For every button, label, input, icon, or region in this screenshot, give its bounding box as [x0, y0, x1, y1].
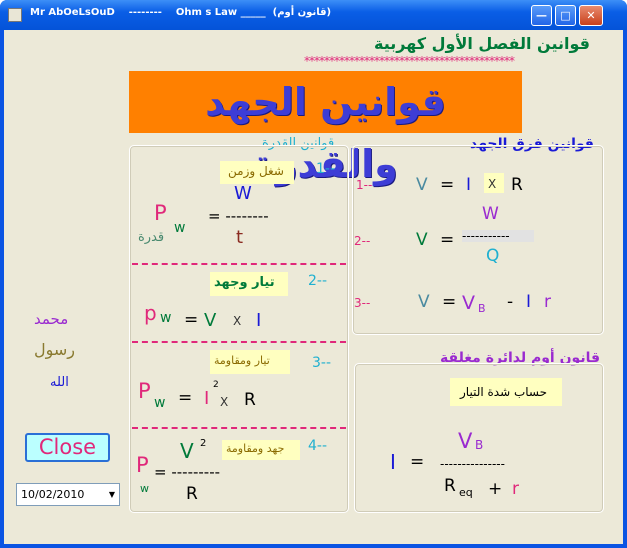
title-bar[interactable]: Mr AbOeLsOuD -------- Ohm s Law _____ (ق…	[0, 0, 627, 30]
vlaw3-VB: V	[462, 292, 475, 314]
law1-w-sub: w	[174, 220, 186, 236]
vlaw2-W: W	[482, 204, 499, 224]
law3-x: X	[220, 395, 229, 409]
law2-eq: =	[184, 310, 199, 330]
law4-label: جهد ومقاومة	[226, 442, 285, 455]
vlaw3-number: 3--	[354, 296, 371, 310]
close-window-button[interactable]: ✕	[579, 5, 603, 26]
divider	[132, 341, 346, 343]
vlaw1-R: R	[511, 175, 523, 195]
law1-label: شغل وزمن	[228, 164, 284, 178]
close-button[interactable]: Close	[25, 433, 110, 462]
vlaw3-eq: =	[442, 292, 457, 312]
law1-eq: = --------	[208, 207, 269, 225]
date-picker[interactable]: 10/02/2010 ▼	[16, 483, 120, 506]
vlaw1-number: 1--	[356, 178, 373, 192]
law3-I: I	[204, 388, 210, 409]
vlaw3-B-sub: B	[478, 302, 486, 315]
circuit-line: ---------------	[440, 457, 505, 471]
law4-number: 4--	[308, 438, 328, 454]
law4-eq: = ---------	[154, 463, 221, 481]
law2-p: p	[144, 301, 157, 325]
window-title: Mr AbOeLsOuD -------- Ohm s Law _____ (ق…	[30, 7, 332, 18]
law4-V: V	[180, 439, 194, 463]
vlaw2-V: V	[416, 230, 428, 250]
circuit-VB: V	[458, 429, 473, 453]
vlaw3-V: V	[418, 292, 430, 312]
circuit-B-sub: B	[475, 438, 484, 452]
law2-number: 2--	[308, 273, 328, 289]
law3-eq: =	[178, 388, 193, 408]
chevron-down-icon[interactable]: ▼	[109, 484, 115, 505]
chapter-title: قوانين الفصل الأول كهربية	[374, 34, 590, 53]
law3-number: 3--	[312, 355, 332, 371]
law4-w-sub: w	[140, 482, 149, 495]
circuit-r: r	[512, 479, 519, 499]
law3-label: تيار ومقاومة	[214, 354, 270, 367]
law4-sq: 2	[200, 438, 207, 449]
title-banner: قوانين الجهد والقدرة	[129, 71, 522, 186]
vlaw1-I: I	[466, 175, 472, 195]
vlaw2-Q: Q	[486, 246, 500, 266]
vlaw1-x: X	[488, 177, 497, 191]
vlaw2-number: 2--	[354, 234, 371, 248]
name-rasool: رسول	[34, 340, 76, 359]
vlaw2-eq: =	[440, 230, 455, 250]
law4-R: R	[186, 484, 198, 504]
law3-w-sub: w	[154, 395, 166, 411]
law2-label: تيار وجهد	[214, 275, 275, 290]
law2-I: I	[256, 310, 262, 331]
circuit-R: R	[444, 476, 456, 496]
minimize-button[interactable]: —	[531, 5, 552, 26]
vlaw1-V: V	[416, 175, 428, 195]
application-window: Mr AbOeLsOuD -------- Ohm s Law _____ (ق…	[0, 0, 627, 548]
circuit-eq: =	[410, 452, 425, 472]
law2-x: X	[233, 314, 242, 328]
law1-t: t	[236, 227, 244, 248]
app-icon	[8, 8, 22, 22]
circuit-eq-sub: eq	[459, 486, 473, 499]
law3-sq: 2	[213, 380, 219, 390]
vlaw1-eq: =	[440, 175, 455, 195]
vlaw3-I: I	[526, 292, 532, 312]
circuit-I: I	[390, 450, 396, 474]
law1-W: W	[234, 183, 252, 204]
law1-qodra: قدرة	[138, 230, 165, 245]
law1-P: P	[154, 201, 167, 225]
name-mohamed: محمد	[34, 310, 69, 328]
vlaw2-line: -----------	[462, 229, 510, 243]
circuit-plus: +	[488, 479, 503, 499]
law2-V: V	[204, 310, 217, 331]
form-client-area: قوانين الفصل الأول كهربية **************…	[4, 30, 623, 544]
divider	[132, 263, 346, 265]
vlaw3-minus: -	[507, 292, 514, 312]
vlaw3-r: r	[544, 292, 551, 312]
stars-divider: ****************************************…	[304, 54, 515, 68]
date-value: 10/02/2010	[21, 488, 85, 501]
circuit-label: حساب شدة التيار	[460, 385, 548, 399]
law2-w-sub: w	[160, 310, 172, 326]
divider	[132, 427, 346, 429]
name-allah: الله	[50, 375, 69, 390]
maximize-button[interactable]: □	[555, 5, 576, 26]
law4-P: P	[136, 453, 149, 477]
law3-R: R	[244, 390, 256, 410]
law3-P: P	[138, 379, 151, 403]
law1-number: 1--	[316, 161, 336, 177]
